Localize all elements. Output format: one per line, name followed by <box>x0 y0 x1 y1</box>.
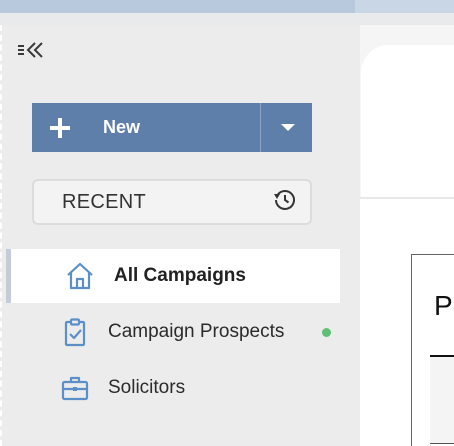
sidebar-item-all-campaigns[interactable]: All Campaigns <box>6 249 340 303</box>
panel-title: P <box>434 290 453 321</box>
sidebar-item-label: Solicitors <box>108 377 186 398</box>
home-icon <box>65 261 95 291</box>
plus-icon <box>50 117 70 138</box>
status-dot <box>322 328 331 337</box>
sidebar-item-campaign-prospects[interactable]: Campaign Prospects <box>6 305 340 359</box>
recent-button[interactable]: RECENT <box>32 179 312 225</box>
new-dropdown-button[interactable] <box>261 103 312 152</box>
top-bar-shadow <box>0 13 454 25</box>
history-icon <box>272 187 298 218</box>
table-row-border <box>430 443 454 444</box>
briefcase-icon <box>60 373 90 403</box>
new-button-group: New <box>32 103 312 152</box>
collapse-sidebar-icon[interactable] <box>16 40 46 60</box>
table-row <box>430 357 454 443</box>
main-header-card <box>361 45 454 198</box>
new-button[interactable]: New <box>32 103 260 152</box>
sidebar-item-label: Campaign Prospects <box>108 321 285 342</box>
chevron-down-icon <box>280 124 295 131</box>
top-bar <box>0 0 454 13</box>
recent-label: RECENT <box>62 190 147 213</box>
sidebar-item-label: All Campaigns <box>114 265 246 286</box>
new-button-label: New <box>103 117 141 137</box>
sidebar-item-solicitors[interactable]: Solicitors <box>6 361 340 415</box>
clipboard-check-icon <box>60 317 90 347</box>
